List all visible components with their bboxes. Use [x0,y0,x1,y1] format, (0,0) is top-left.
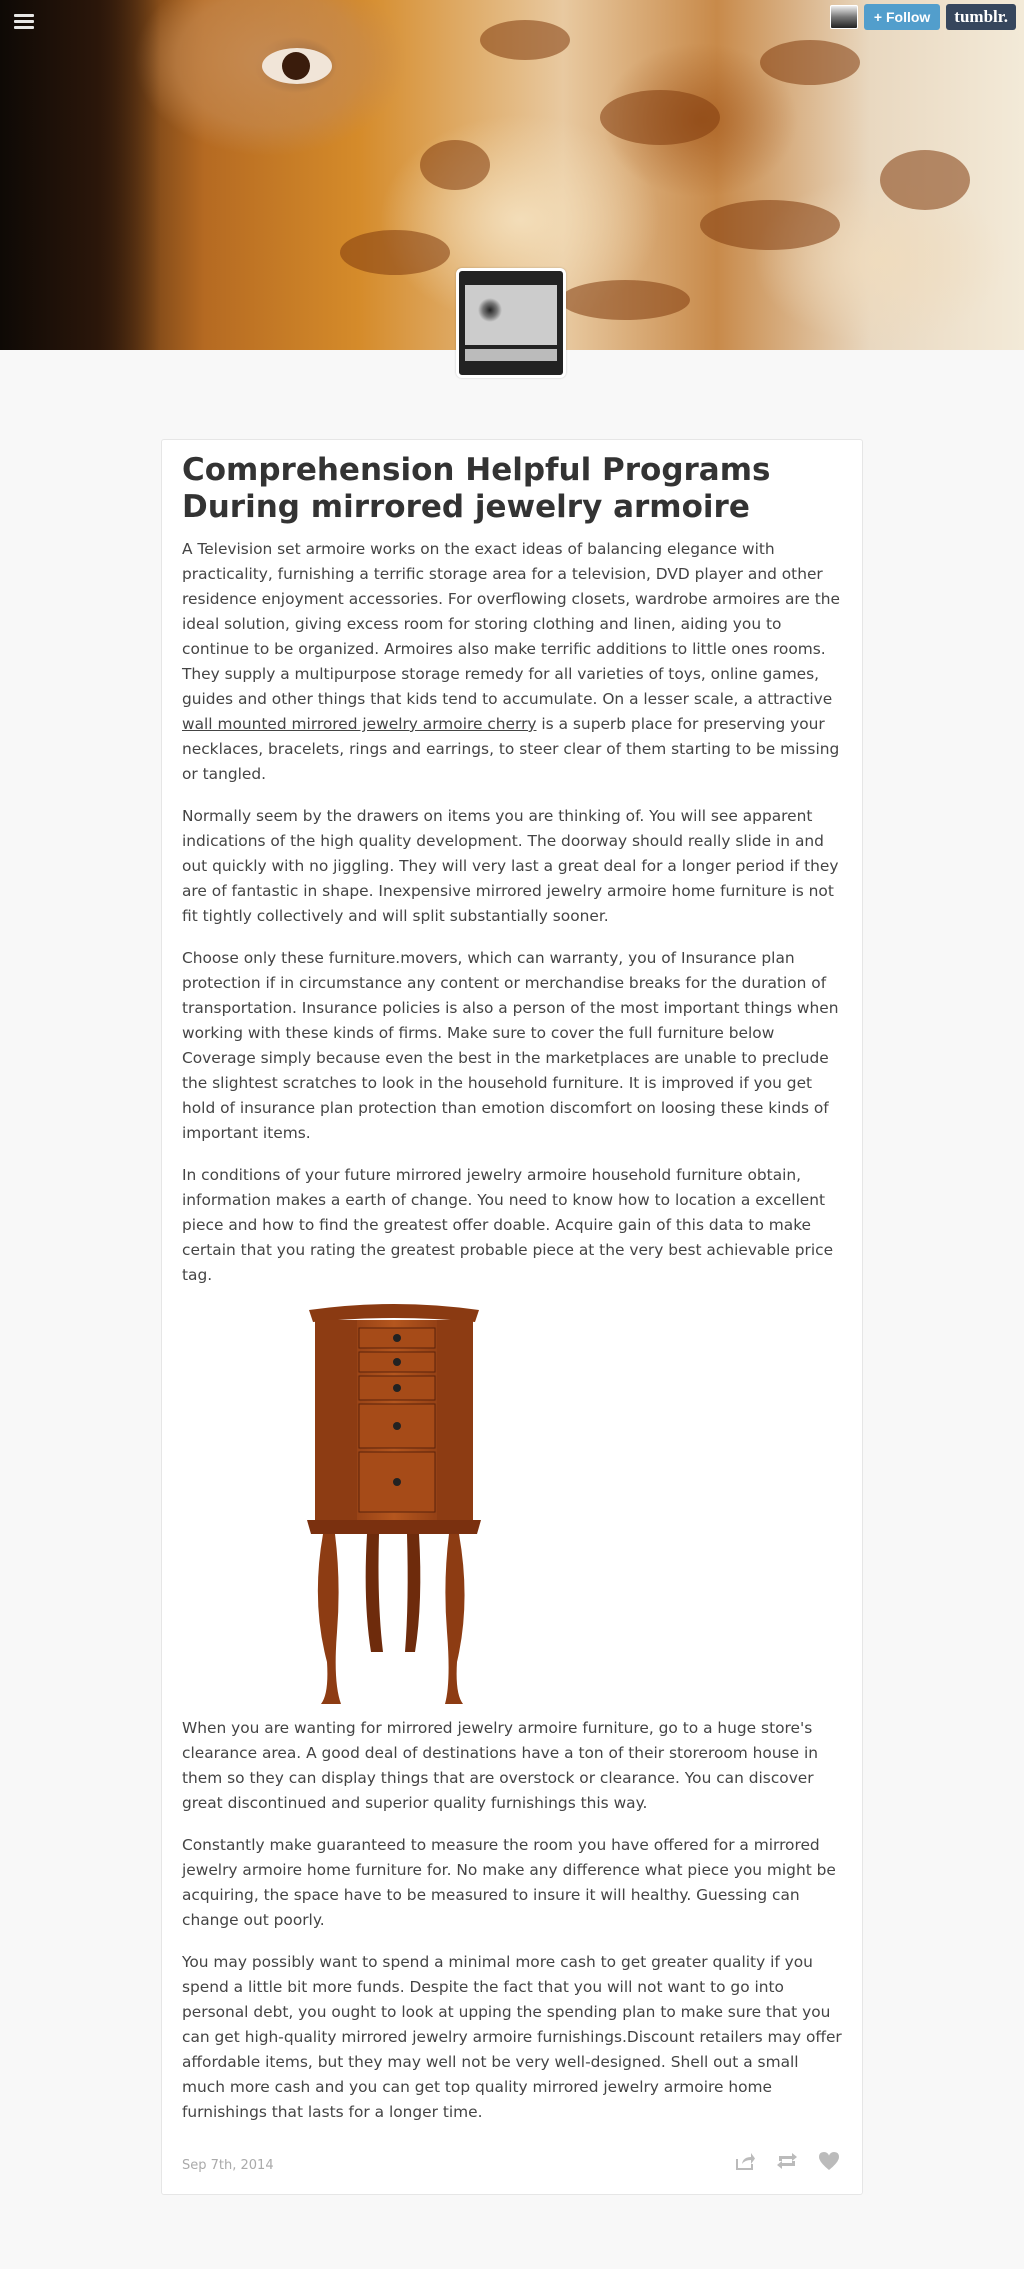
blog-avatar-mini[interactable] [829,5,858,29]
post-paragraph: In conditions of your future mirrored je… [182,1166,834,1284]
menu-icon[interactable] [14,14,34,30]
product-link[interactable]: wall mounted mirrored jewelry armoire ch… [182,715,537,733]
post-paragraph: A Television set armoire works on the ex… [182,540,840,783]
tumblr-logo[interactable]: tumblr. [946,4,1016,30]
share-icon[interactable] [734,2150,756,2172]
post-paragraph: Constantly make guaranteed to measure th… [182,1836,836,1929]
reblog-icon[interactable] [776,2150,798,2172]
post-title: Comprehension Helpful Programs During mi… [182,452,771,525]
like-icon[interactable] [818,2150,840,2172]
post-paragraph: Choose only these furniture.movers, whic… [182,949,839,1142]
post-actions [734,2150,840,2172]
post: Comprehension Helpful Programs During mi… [161,439,863,2195]
jewelry-armoire-image [307,1304,481,1704]
post-paragraph: When you are wanting for mirrored jewelr… [182,1719,818,1812]
post-paragraph: You may possibly want to spend a minimal… [182,1953,842,2121]
follow-button[interactable]: + Follow [863,4,941,30]
post-date[interactable]: Sep 7th, 2014 [182,2158,274,2173]
tumblr-controls: + Follow tumblr. [829,4,1016,30]
post-paragraph: Normally seem by the drawers on items yo… [182,807,839,925]
blog-avatar[interactable] [456,268,566,378]
